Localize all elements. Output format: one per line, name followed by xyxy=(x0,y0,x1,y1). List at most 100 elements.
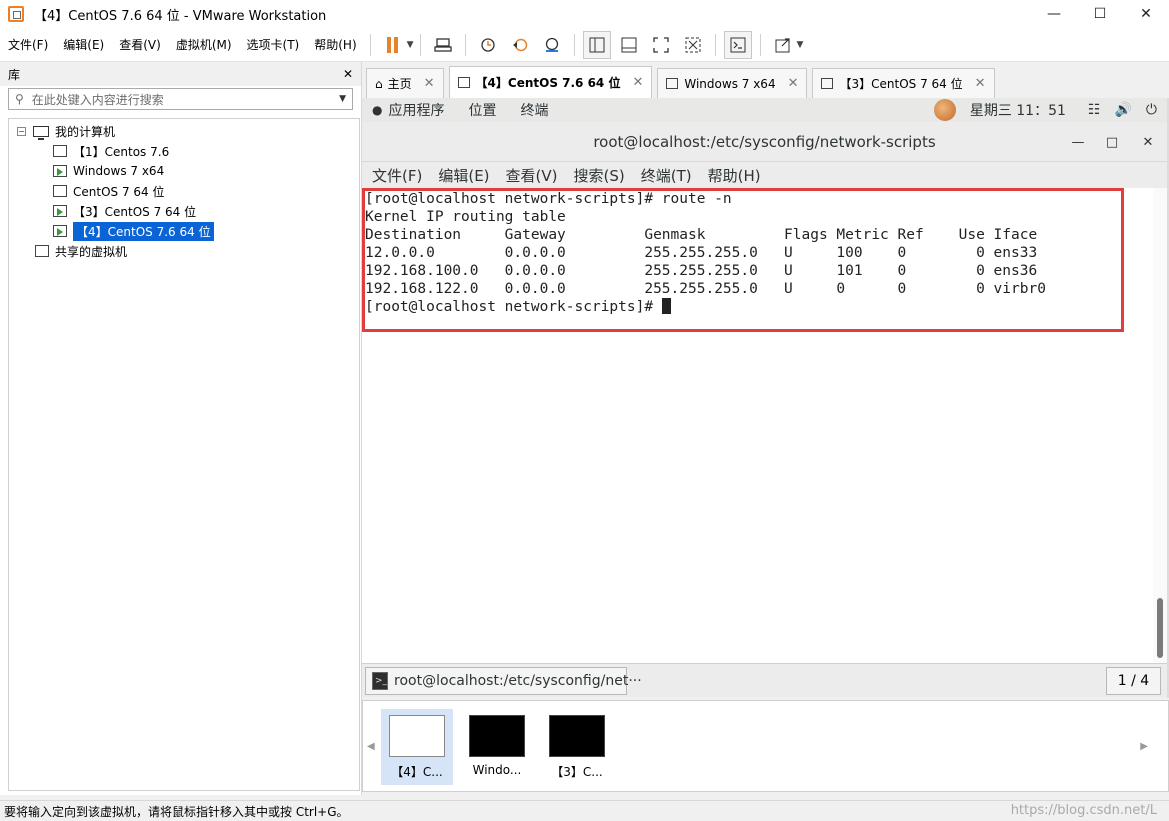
send-keys-icon[interactable] xyxy=(429,31,457,59)
search-icon: ⚲ xyxy=(15,92,24,106)
guest-display[interactable]: ● 应用程序 位置 终端 星期三 11：51 ☷ 🔊 ⏻ root@localh… xyxy=(362,98,1167,663)
vm-running-icon xyxy=(821,78,834,89)
pause-icon[interactable] xyxy=(379,31,407,59)
scrollbar-thumb[interactable] xyxy=(1157,598,1163,658)
window-controls: — ☐ ✕ xyxy=(1031,0,1169,28)
tree-vm-3[interactable]: CentOS 7 64 位 xyxy=(50,181,165,201)
workspace-indicator[interactable]: 1 / 4 xyxy=(1106,667,1161,695)
tree-vm-1[interactable]: 【1】Centos 7.6 xyxy=(50,141,170,161)
terminal-scrollbar[interactable] xyxy=(1153,188,1167,663)
vm-running-icon xyxy=(50,202,67,217)
maximize-button[interactable]: ☐ xyxy=(1077,0,1123,28)
close-button[interactable]: ✕ xyxy=(1123,0,1169,28)
gnome-status-area: 星期三 11：51 ☷ 🔊 ⏻ xyxy=(933,98,1157,122)
menu-view[interactable]: 查看(V) xyxy=(111,28,168,62)
vm-icon xyxy=(50,182,67,197)
tree-my-computer[interactable]: − 我的计算机 xyxy=(17,121,115,141)
snapshot-manager-icon[interactable] xyxy=(538,31,566,59)
terminal-menu-file[interactable]: 文件(F) xyxy=(372,165,422,186)
gnome-top-bar: ● 应用程序 位置 终端 星期三 11：51 ☷ 🔊 ⏻ xyxy=(362,98,1167,122)
fullscreen-icon[interactable] xyxy=(647,31,675,59)
tree-vm-5[interactable]: 【4】CentOS 7.6 64 位 xyxy=(50,221,214,241)
thumbnail-vm-4[interactable]: 【4】C... xyxy=(381,709,453,785)
title-bar: 【4】CentOS 7.6 64 位 - VMware Workstation … xyxy=(0,0,1169,28)
user-avatar-icon[interactable] xyxy=(933,99,956,121)
library-title: 库 xyxy=(8,67,21,82)
menu-edit[interactable]: 编辑(E) xyxy=(55,28,111,62)
scroll-left-icon[interactable]: ◀ xyxy=(367,741,375,752)
terminal-menu-help[interactable]: 帮助(H) xyxy=(708,165,761,186)
tab-close-icon[interactable]: ✕ xyxy=(788,76,799,91)
tree-label-selected: 【4】CentOS 7.6 64 位 xyxy=(73,221,214,241)
library-search-input[interactable]: ⚲ 在此处键入内容进行搜索 ▼ xyxy=(8,88,353,110)
revert-snapshot-icon[interactable] xyxy=(506,31,534,59)
menu-tabs[interactable]: 选项卡(T) xyxy=(239,28,307,62)
tab-close-icon[interactable]: ✕ xyxy=(632,75,643,90)
places-menu[interactable]: 位置 xyxy=(468,100,496,120)
network-icon[interactable]: ☷ xyxy=(1088,102,1101,118)
library-view-icon[interactable] xyxy=(582,30,611,59)
menu-file[interactable]: 文件(F) xyxy=(0,28,55,62)
thumbnail-label: 【3】C... xyxy=(551,765,603,779)
pause-dropdown-icon[interactable]: ▼ xyxy=(407,40,414,50)
vm-running-icon xyxy=(457,77,470,88)
console-icon[interactable] xyxy=(723,30,752,59)
taskbar-item-label: root@localhost:/etc/sysconfig/net··· xyxy=(394,673,642,689)
thumbnail-view-icon[interactable] xyxy=(615,31,643,59)
snapshot-icon[interactable] xyxy=(474,31,502,59)
minimize-button[interactable]: — xyxy=(1031,0,1077,28)
tree-vm-4[interactable]: 【3】CentOS 7 64 位 xyxy=(50,201,197,221)
tab-home[interactable]: ⌂ 主页 ✕ xyxy=(366,68,444,98)
menu-vm[interactable]: 虚拟机(M) xyxy=(168,28,239,62)
vm-icon xyxy=(50,142,67,157)
tree-vm-2[interactable]: Windows 7 x64 xyxy=(50,161,164,181)
tab-label: 主页 xyxy=(387,77,412,91)
tab-close-icon[interactable]: ✕ xyxy=(975,76,986,91)
tree-label: 我的计算机 xyxy=(55,124,116,139)
terminal-output[interactable]: [root@localhost network-scripts]# route … xyxy=(362,188,1167,663)
vmware-app-icon xyxy=(8,6,24,22)
taskbar-terminal-item[interactable]: >_ root@localhost:/etc/sysconfig/net··· xyxy=(365,667,642,695)
terminal-menu[interactable]: 终端 xyxy=(520,100,548,120)
shared-vm-icon xyxy=(32,242,49,257)
terminal-menu-terminal[interactable]: 终端(T) xyxy=(641,165,692,186)
tab-vm-3[interactable]: 【3】CentOS 7 64 位 ✕ xyxy=(812,68,995,98)
terminal-minimize-icon[interactable]: — xyxy=(1063,122,1093,162)
tree-label: CentOS 7 64 位 xyxy=(73,184,165,199)
volume-icon[interactable]: 🔊 xyxy=(1114,102,1131,118)
collapse-icon[interactable]: − xyxy=(17,126,26,136)
thumbnail-windows7[interactable]: Windo... xyxy=(461,709,533,785)
clock[interactable]: 星期三 11：51 xyxy=(970,100,1066,120)
vm-screenshot xyxy=(389,715,445,757)
terminal-icon: >_ xyxy=(372,672,389,690)
stretch-icon[interactable] xyxy=(769,31,797,59)
vm-tabs: ⌂ 主页 ✕ 【4】CentOS 7.6 64 位 ✕ Windows 7 x6… xyxy=(362,62,1169,98)
tree-label: 【1】Centos 7.6 xyxy=(73,144,170,159)
terminal-menu-view[interactable]: 查看(V) xyxy=(506,165,558,186)
thumbnail-vm-3[interactable]: 【3】C... xyxy=(541,709,613,785)
tab-close-icon[interactable]: ✕ xyxy=(424,76,435,91)
tab-vm-4[interactable]: 【4】CentOS 7.6 64 位 ✕ xyxy=(448,66,653,98)
terminal-maximize-icon[interactable]: □ xyxy=(1097,122,1127,162)
library-panel: 库 ✕ ⚲ 在此处键入内容进行搜索 ▼ − 我的计算机 【1】Centos 7.… xyxy=(0,62,362,795)
tab-windows7[interactable]: Windows 7 x64 ✕ xyxy=(657,68,808,98)
library-close-icon[interactable]: ✕ xyxy=(343,67,353,81)
tab-label: 【4】CentOS 7.6 64 位 xyxy=(475,76,621,90)
applications-menu[interactable]: 应用程序 xyxy=(388,100,444,120)
tab-label: 【3】CentOS 7 64 位 xyxy=(839,77,963,91)
unity-icon[interactable] xyxy=(679,31,707,59)
menu-help[interactable]: 帮助(H) xyxy=(306,28,363,62)
terminal-menu-edit[interactable]: 编辑(E) xyxy=(438,165,489,186)
tree-label: 【3】CentOS 7 64 位 xyxy=(73,204,197,219)
gnome-window-list: >_ root@localhost:/etc/sysconfig/net··· … xyxy=(362,663,1167,697)
stretch-dropdown-icon[interactable]: ▼ xyxy=(797,40,804,50)
thumbnail-label: Windo... xyxy=(472,763,522,777)
power-icon[interactable]: ⏻ xyxy=(1146,102,1157,118)
search-dropdown-icon[interactable]: ▼ xyxy=(339,94,346,104)
terminal-close-icon[interactable]: ✕ xyxy=(1133,122,1163,162)
computer-icon xyxy=(33,125,49,140)
tree-shared-vms[interactable]: 共享的虚拟机 xyxy=(32,241,127,261)
tab-label: Windows 7 x64 xyxy=(684,76,776,91)
scroll-right-icon[interactable]: ▶ xyxy=(1140,741,1148,752)
terminal-menu-search[interactable]: 搜索(S) xyxy=(574,165,625,186)
